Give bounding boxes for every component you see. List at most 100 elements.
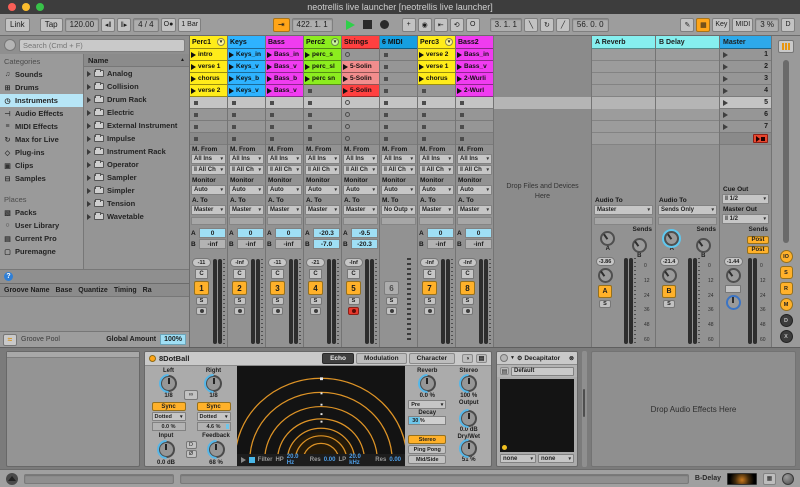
output-chooser[interactable]: Master	[305, 205, 340, 215]
sidebar-place-packs[interactable]: ▧Packs	[0, 206, 83, 219]
monitor-chooser[interactable]: Auto	[419, 185, 454, 195]
tab-echo[interactable]: Echo	[322, 353, 354, 364]
re-enable-automation-button[interactable]: ⇤	[434, 18, 448, 32]
clip-slot[interactable]: 5-Solin	[342, 61, 379, 73]
clip-slot[interactable]: Bass_v	[456, 61, 493, 73]
track-activator[interactable]: 4	[308, 281, 323, 295]
clip-slot[interactable]: 2-Wurl	[456, 85, 493, 97]
track-volume[interactable]: -Inf	[230, 258, 249, 267]
detail-view-toggle[interactable]	[782, 473, 794, 485]
pan-knob[interactable]: C	[233, 269, 246, 279]
monitor-chooser[interactable]: Auto	[305, 185, 340, 195]
decay-slider[interactable]: 30 %	[408, 416, 446, 425]
scene-4[interactable]: 4	[720, 85, 771, 97]
slot-stop-icon[interactable]	[384, 113, 388, 117]
scene-play-icon[interactable]	[723, 64, 728, 70]
clip-stop-row[interactable]	[456, 133, 493, 145]
slot-stop-icon[interactable]	[308, 125, 312, 129]
expand-arrow-icon[interactable]	[87, 162, 91, 168]
monitor-chooser[interactable]: Auto	[457, 185, 492, 195]
empty-clip-slot[interactable]	[418, 85, 455, 97]
empty-clip-slot[interactable]	[380, 61, 417, 73]
track-volume[interactable]: -11	[268, 258, 287, 267]
sidebar-item-max-for-live[interactable]: ↻Max for Live	[0, 133, 83, 146]
track-header-perc2[interactable]: Perc2▾	[304, 36, 341, 49]
return-b-volume[interactable]: -21.4	[660, 257, 679, 266]
track-activator[interactable]: 5	[346, 281, 361, 295]
send-b-value[interactable]: -inf	[427, 239, 454, 249]
clip-play-icon[interactable]	[229, 52, 234, 58]
empty-clip-slot[interactable]	[228, 109, 265, 121]
clip-play-icon[interactable]	[457, 76, 462, 82]
slot-record-icon[interactable]	[345, 112, 350, 117]
empty-clip-slot[interactable]	[190, 121, 227, 133]
browser-item-collision[interactable]: Collision	[84, 80, 189, 93]
empty-clip-slot[interactable]	[304, 109, 341, 121]
arm-button[interactable]	[348, 307, 359, 315]
slot-stop-icon[interactable]	[232, 137, 236, 141]
sidebar-item-audio-effects[interactable]: ⊣Audio Effects	[0, 107, 83, 120]
clip-play-icon[interactable]	[191, 52, 196, 58]
clip-stop-row[interactable]	[304, 133, 341, 145]
sidebar-item-instruments[interactable]: ◷Instruments	[0, 94, 83, 107]
browser-item-external-instrument[interactable]: External Instrument	[84, 119, 189, 132]
slot-stop-icon[interactable]	[422, 89, 426, 93]
clip-slot[interactable]: Bass_in	[456, 49, 493, 61]
send-a-value[interactable]: -20.3	[313, 228, 340, 238]
d-button[interactable]: D	[186, 441, 197, 449]
track-activator[interactable]: 2	[232, 281, 247, 295]
expand-arrow-icon[interactable]	[87, 136, 91, 142]
browser-item-impulse[interactable]: Impulse	[84, 132, 189, 145]
help-icon[interactable]: ?	[4, 272, 13, 281]
clip-stop-row[interactable]	[266, 133, 303, 145]
send-b-value[interactable]: -20.3	[351, 239, 378, 249]
channel-mode-midside-button[interactable]: Mid/Side	[408, 455, 446, 464]
track-header-strings[interactable]: Strings	[342, 36, 379, 49]
arrangement-position-field[interactable]: 422. 1. 1	[292, 18, 333, 32]
send-b-value[interactable]: -inf	[199, 239, 226, 249]
arm-button[interactable]	[196, 307, 207, 315]
return-a-output-chooser[interactable]: Master	[594, 205, 653, 215]
track-activator[interactable]: 3	[270, 281, 285, 295]
search-input[interactable]	[19, 39, 185, 52]
input-chooser[interactable]: All Ins	[305, 154, 340, 164]
track-volume[interactable]: -Inf	[344, 258, 363, 267]
send-b-value[interactable]: -7.0	[313, 239, 340, 249]
clip-slot[interactable]: Bass_in	[266, 49, 303, 61]
expand-arrow-icon[interactable]	[87, 149, 91, 155]
monitor-chooser[interactable]: Auto	[267, 185, 302, 195]
clip-slot[interactable]: Keys_in	[228, 49, 265, 61]
output-gain-knob[interactable]	[460, 410, 477, 427]
tab-modulation[interactable]: Modulation	[356, 353, 407, 364]
track-header-perc1[interactable]: Perc1▾	[190, 36, 227, 49]
groove-column-header[interactable]: Timing	[114, 287, 137, 294]
browser-item-drum-rack[interactable]: Drum Rack	[84, 93, 189, 106]
track-header-bass[interactable]: Bass	[266, 36, 303, 49]
clip-slot[interactable]: perc_sl	[304, 61, 341, 73]
track-header-bass2[interactable]: Bass2	[456, 36, 493, 49]
sidebar-place-current-pro[interactable]: ▤Current Pro	[0, 232, 83, 245]
slot-stop-icon[interactable]	[308, 101, 312, 105]
sidebar-item-samples[interactable]: ⊟Samples	[0, 172, 83, 185]
pan-knob[interactable]: C	[347, 269, 360, 279]
empty-clip-slot[interactable]	[456, 121, 493, 133]
send-b-knob[interactable]	[632, 238, 647, 253]
output-chooser[interactable]: Master	[343, 205, 378, 215]
empty-clip-slot[interactable]	[342, 109, 379, 121]
solo-button[interactable]: S	[386, 297, 398, 305]
empty-clip-slot[interactable]	[380, 121, 417, 133]
tap-tempo-button[interactable]: Tap	[40, 18, 63, 32]
slot-stop-icon[interactable]	[422, 125, 426, 129]
computer-midi-keyboard-button[interactable]: ▦	[696, 18, 710, 32]
show-io-toggle[interactable]: IO	[780, 250, 793, 263]
clip-play-icon[interactable]	[267, 76, 272, 82]
clip-play-icon[interactable]	[191, 76, 196, 82]
sidebar-place-user-library[interactable]: ○User Library	[0, 219, 83, 232]
arm-button[interactable]	[234, 307, 245, 315]
output-chooser[interactable]: Master	[229, 205, 264, 215]
follow-button[interactable]: ⇥	[273, 18, 290, 32]
sidebar-item-drums[interactable]: ⊞Drums	[0, 81, 83, 94]
slot-stop-icon[interactable]	[460, 137, 464, 141]
slot-record-icon[interactable]	[345, 52, 350, 57]
empty-clip-slot[interactable]	[190, 109, 227, 121]
